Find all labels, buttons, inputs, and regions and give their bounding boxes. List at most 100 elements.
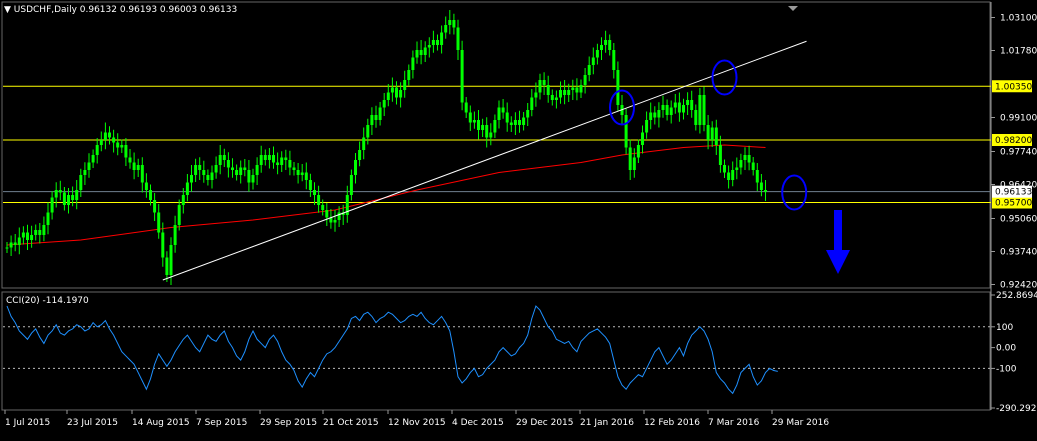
candle-body <box>427 45 431 48</box>
candle-body <box>583 75 587 85</box>
candle-body <box>140 165 144 183</box>
x-tick-label: 7 Mar 2016 <box>708 418 760 428</box>
candle-body <box>559 90 562 98</box>
candle-body <box>308 180 312 190</box>
candle-body <box>161 232 165 258</box>
candle-body <box>661 105 665 110</box>
chart-symbol: USDCHF,Daily <box>13 5 77 15</box>
cci-header: CCI(20) -114.1970 <box>6 296 89 306</box>
candle-body <box>612 50 616 70</box>
candle-body <box>571 87 575 90</box>
candle-body <box>185 182 189 195</box>
candle-body <box>468 112 472 123</box>
candle-body <box>9 242 13 248</box>
candle-body <box>366 125 370 138</box>
candle-body <box>641 132 644 145</box>
candle-body <box>645 120 649 133</box>
candle-body <box>214 165 218 173</box>
candle-body <box>99 140 103 145</box>
candle-body <box>747 155 751 163</box>
candle-body <box>538 80 542 93</box>
x-tick-label: 21 Jan 2016 <box>580 418 634 428</box>
candle-body <box>67 195 70 205</box>
candle-body <box>505 112 509 123</box>
chart-menu-arrow-icon[interactable]: ▼ <box>4 5 11 15</box>
price-tick-label: 0.92420 <box>1000 281 1037 291</box>
candle-body <box>378 107 382 120</box>
candle-body <box>26 232 29 240</box>
candle-body <box>690 100 694 110</box>
candle-body <box>526 110 530 118</box>
candle-body <box>669 107 673 115</box>
candle-body <box>272 155 275 163</box>
candle-body <box>226 160 230 168</box>
horizontal-level-label: 1.00350 <box>995 82 1032 92</box>
candle-body <box>390 87 394 93</box>
candle-body <box>321 205 325 210</box>
candle-body <box>518 120 521 125</box>
candle-body <box>83 170 87 175</box>
moving-average-line <box>6 144 766 246</box>
chart-canvas: 1.031001.017800.991000.977400.964200.950… <box>1 1 1037 428</box>
candle-body <box>579 85 583 93</box>
candle-body <box>296 170 300 175</box>
annotation-arrow-shaft <box>834 210 842 252</box>
candle-body <box>485 125 489 138</box>
candle-body <box>313 190 316 195</box>
candle-body <box>698 95 702 125</box>
candle-body <box>764 190 767 192</box>
candle-body <box>436 40 439 45</box>
candle-body <box>563 90 567 95</box>
candle-body <box>472 120 476 123</box>
candle-body <box>165 257 169 275</box>
candle-body <box>542 80 546 85</box>
candle-body <box>731 170 735 180</box>
candle-body <box>423 47 427 55</box>
candle-body <box>575 87 579 93</box>
candle-body <box>325 210 329 218</box>
candle-body <box>407 70 411 80</box>
candle-body <box>419 50 423 55</box>
candle-body <box>112 137 116 143</box>
candle-body <box>710 127 714 140</box>
candle-body <box>456 27 460 50</box>
annotation-ellipse <box>781 174 808 211</box>
x-tick-label: 12 Feb 2016 <box>644 418 700 428</box>
horizontal-level-label: 0.98200 <box>995 136 1032 146</box>
annotation-ellipse <box>711 59 738 96</box>
candle-body <box>386 92 390 100</box>
candle-body <box>706 125 710 140</box>
cci-panel-frame <box>1 291 991 411</box>
candle-body <box>702 95 706 125</box>
candle-body <box>177 205 181 225</box>
candle-body <box>411 57 415 70</box>
candle-body <box>42 225 46 235</box>
candle-body <box>157 212 161 233</box>
trendline <box>162 40 807 281</box>
candle-body <box>267 155 271 160</box>
candle-body <box>337 212 341 220</box>
candle-body <box>128 157 132 163</box>
candle-body <box>116 142 120 148</box>
candle-body <box>91 155 95 163</box>
x-tick-label: 29 Dec 2015 <box>516 418 574 428</box>
candle-body <box>686 100 690 105</box>
candle-body <box>743 155 747 160</box>
candle-body <box>653 112 657 118</box>
candle-body <box>497 107 501 120</box>
candle-body <box>206 175 210 180</box>
candle-body <box>604 40 608 45</box>
candle-body <box>718 145 722 165</box>
candle-body <box>247 170 251 183</box>
candle-body <box>87 162 91 170</box>
candle-body <box>95 145 99 155</box>
candle-body <box>677 102 681 113</box>
candle-body <box>153 200 157 213</box>
candle-body <box>657 110 661 118</box>
candle-body <box>17 237 21 245</box>
candle-body <box>46 212 50 225</box>
candle-body <box>333 220 337 223</box>
candle-body <box>50 197 54 213</box>
candle-body <box>735 167 739 170</box>
candle-body <box>415 50 419 58</box>
